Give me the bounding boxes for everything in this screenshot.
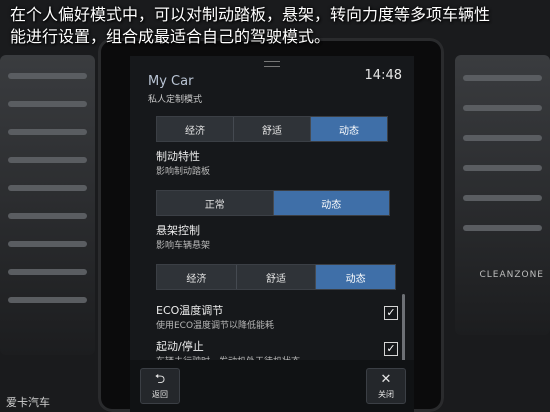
brake-subtitle: 影响制动踏板 bbox=[156, 167, 211, 177]
brake-option-normal[interactable]: 正常 bbox=[157, 191, 274, 215]
eco-climate-checkbox[interactable]: ✓ bbox=[384, 306, 398, 320]
brake-option-dynamic[interactable]: 动态 bbox=[273, 191, 389, 215]
eco-climate-title: ECO温度调节 bbox=[156, 304, 224, 317]
image-caption: 在个人偏好模式中，可以对制动踏板，悬架，转向力度等多项车辆性 能进行设置，组合成… bbox=[0, 0, 550, 48]
close-label: 关闭 bbox=[378, 389, 394, 399]
close-button[interactable]: ✕ 关闭 bbox=[366, 368, 406, 404]
page-title: 私人定制模式 bbox=[148, 95, 203, 105]
right-air-vent bbox=[455, 55, 550, 335]
back-label: 返回 bbox=[152, 389, 168, 399]
close-icon: ✕ bbox=[380, 371, 392, 387]
start-stop-title: 起动/停止 bbox=[156, 340, 204, 353]
left-air-vent bbox=[0, 55, 95, 355]
brake-title: 制动特性 bbox=[156, 150, 200, 163]
suspension-subtitle: 影响车辆悬架 bbox=[156, 241, 211, 251]
drive-mode-option-comfort[interactable]: 舒适 bbox=[234, 117, 311, 141]
caption-line-2: 能进行设置，组合成最适合自己的驾驶模式。 bbox=[10, 27, 331, 46]
pull-down-handle-icon[interactable] bbox=[264, 61, 280, 67]
app-title: My Car bbox=[148, 74, 194, 89]
scrollbar[interactable] bbox=[402, 294, 405, 364]
suspension-option-eco[interactable]: 经济 bbox=[157, 265, 237, 289]
drive-mode-selector[interactable]: 经济 舒适 动态 bbox=[156, 116, 388, 142]
bottom-bar: ⮌ 返回 ✕ 关闭 bbox=[130, 360, 414, 412]
caption-line-1: 在个人偏好模式中，可以对制动踏板，悬架，转向力度等多项车辆性 bbox=[10, 5, 491, 24]
suspension-option-dynamic[interactable]: 动态 bbox=[316, 265, 396, 289]
suspension-title: 悬架控制 bbox=[156, 224, 200, 237]
drive-mode-option-eco[interactable]: 经济 bbox=[157, 117, 234, 141]
clock: 14:48 bbox=[364, 68, 402, 83]
eco-climate-subtitle: 使用ECO温度调节以降低能耗 bbox=[156, 321, 275, 331]
brake-selector[interactable]: 正常 动态 bbox=[156, 190, 390, 216]
drive-mode-option-dynamic[interactable]: 动态 bbox=[311, 117, 387, 141]
suspension-option-comfort[interactable]: 舒适 bbox=[237, 265, 317, 289]
back-button[interactable]: ⮌ 返回 bbox=[140, 368, 180, 404]
watermark: 爱卡汽车 bbox=[6, 396, 50, 409]
settings-list[interactable]: 经济 舒适 动态 制动特性 影响制动踏板 正常 动态 悬架控制 影响车辆悬架 经… bbox=[130, 114, 414, 367]
infotainment-screen: My Car 私人定制模式 14:48 经济 舒适 动态 制动特性 影响制动踏板… bbox=[130, 56, 414, 412]
cleanzone-label: CLEANZONE bbox=[479, 270, 544, 280]
back-arrow-icon: ⮌ bbox=[154, 371, 166, 387]
suspension-selector[interactable]: 经济 舒适 动态 bbox=[156, 264, 396, 290]
start-stop-checkbox[interactable]: ✓ bbox=[384, 342, 398, 356]
